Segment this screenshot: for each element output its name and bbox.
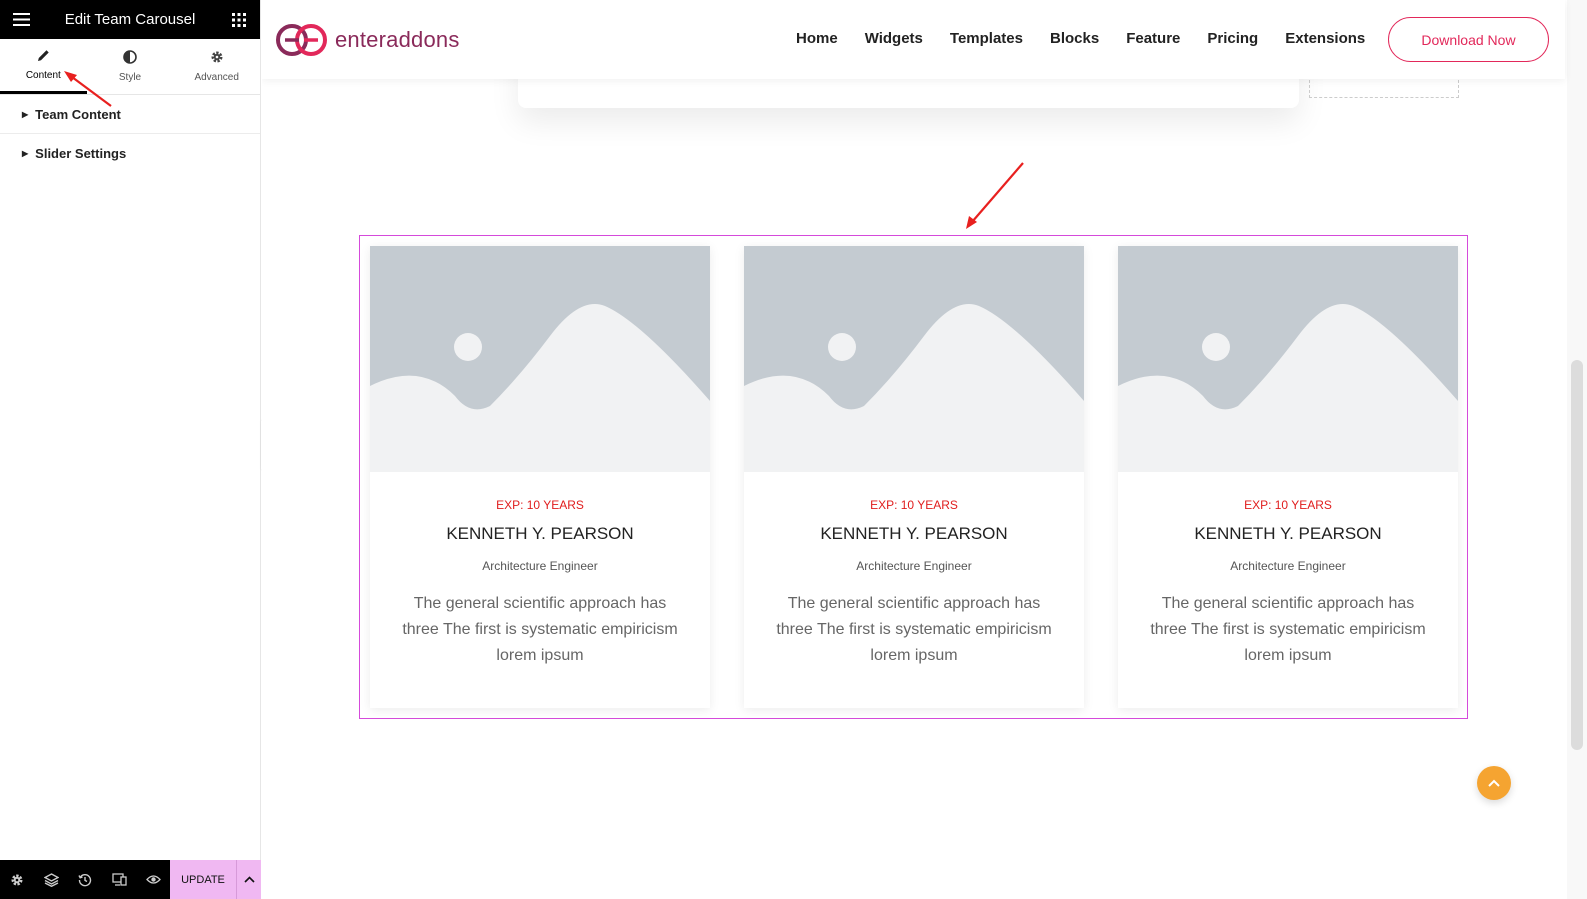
download-now-button[interactable]: Download Now: [1388, 17, 1549, 62]
panel-title: Edit Team Carousel: [64, 11, 196, 28]
team-carousel[interactable]: EXP: 10 YEARS KENNETH Y. PEARSON Archite…: [359, 235, 1468, 719]
member-description: The general scientific approach has thre…: [402, 595, 678, 664]
editor-panel: Edit Team Carousel Content Style Advance…: [0, 0, 261, 899]
logo-text: enteraddons: [335, 27, 460, 52]
tab-style[interactable]: Style: [87, 39, 174, 94]
member-role: Architecture Engineer: [1230, 559, 1346, 573]
panel-footer: UPDATE: [0, 860, 261, 899]
nav-blocks[interactable]: Blocks: [1050, 30, 1099, 47]
tab-content-label: Content: [25, 70, 61, 81]
history-icon[interactable]: [68, 860, 102, 899]
site-logo[interactable]: enteraddons: [275, 22, 460, 58]
section-team-content[interactable]: ▶ Team Content: [0, 95, 260, 134]
widgets-grid-icon[interactable]: [230, 11, 248, 29]
tab-advanced-label: Advanced: [194, 72, 239, 83]
placeholder-image: [370, 246, 710, 472]
team-card[interactable]: EXP: 10 YEARS KENNETH Y. PEARSON Archite…: [1118, 246, 1458, 708]
site-header: enteraddons Home Widgets Templates Block…: [262, 0, 1565, 79]
chevron-up-icon: [1488, 779, 1500, 787]
nav-pricing[interactable]: Pricing: [1207, 30, 1258, 47]
update-options-chevron-up-icon[interactable]: [236, 860, 261, 899]
member-role: Architecture Engineer: [856, 559, 972, 573]
nav-feature[interactable]: Feature: [1126, 30, 1180, 47]
tab-style-label: Style: [118, 72, 142, 83]
team-card[interactable]: EXP: 10 YEARS KENNETH Y. PEARSON Archite…: [370, 246, 710, 708]
placeholder-image: [744, 246, 1084, 472]
site-preview: enteraddons Home Widgets Templates Block…: [262, 0, 1587, 899]
team-card[interactable]: EXP: 10 YEARS KENNETH Y. PEARSON Archite…: [744, 246, 1084, 708]
panel-header: Edit Team Carousel: [0, 0, 260, 39]
nav-home[interactable]: Home: [796, 30, 838, 47]
experience-label: EXP: 10 YEARS: [496, 498, 584, 512]
member-role: Architecture Engineer: [482, 559, 598, 573]
scroll-to-top-button[interactable]: [1477, 766, 1511, 800]
member-description: The general scientific approach has thre…: [1150, 595, 1426, 664]
scrollbar-thumb[interactable]: [1571, 360, 1583, 750]
gear-icon: [210, 50, 224, 67]
tab-content[interactable]: Content: [0, 39, 87, 94]
section-label: Slider Settings: [35, 146, 127, 161]
section-slider-settings[interactable]: ▶ Slider Settings: [0, 134, 260, 173]
panel-tabs: Content Style Advanced: [0, 39, 260, 95]
pencil-icon: [37, 49, 50, 65]
member-name: KENNETH Y. PEARSON: [446, 524, 634, 543]
experience-label: EXP: 10 YEARS: [1244, 498, 1332, 512]
nav-templates[interactable]: Templates: [950, 30, 1023, 47]
section-label: Team Content: [35, 106, 121, 122]
member-name: KENNETH Y. PEARSON: [820, 524, 1008, 543]
page-scrollbar[interactable]: [1567, 0, 1587, 899]
nav-widgets[interactable]: Widgets: [865, 30, 923, 47]
layers-icon[interactable]: [34, 860, 68, 899]
caret-right-icon: ▶: [22, 149, 29, 158]
hamburger-menu-icon[interactable]: [12, 11, 30, 29]
enteraddons-logo-icon: [276, 24, 327, 56]
preview-eye-icon[interactable]: [136, 860, 170, 899]
experience-label: EXP: 10 YEARS: [870, 498, 958, 512]
responsive-icon[interactable]: [102, 860, 136, 899]
update-button[interactable]: UPDATE: [170, 860, 236, 899]
caret-right-icon: ▶: [22, 109, 29, 119]
settings-icon[interactable]: [0, 860, 34, 899]
member-description: The general scientific approach has thre…: [776, 595, 1052, 664]
main-nav: Home Widgets Templates Blocks Feature Pr…: [796, 30, 1365, 47]
placeholder-image: [1118, 246, 1458, 472]
member-name: KENNETH Y. PEARSON: [1194, 524, 1382, 543]
nav-extensions[interactable]: Extensions: [1285, 30, 1365, 47]
contrast-icon: [123, 50, 137, 67]
tab-advanced[interactable]: Advanced: [173, 39, 260, 94]
